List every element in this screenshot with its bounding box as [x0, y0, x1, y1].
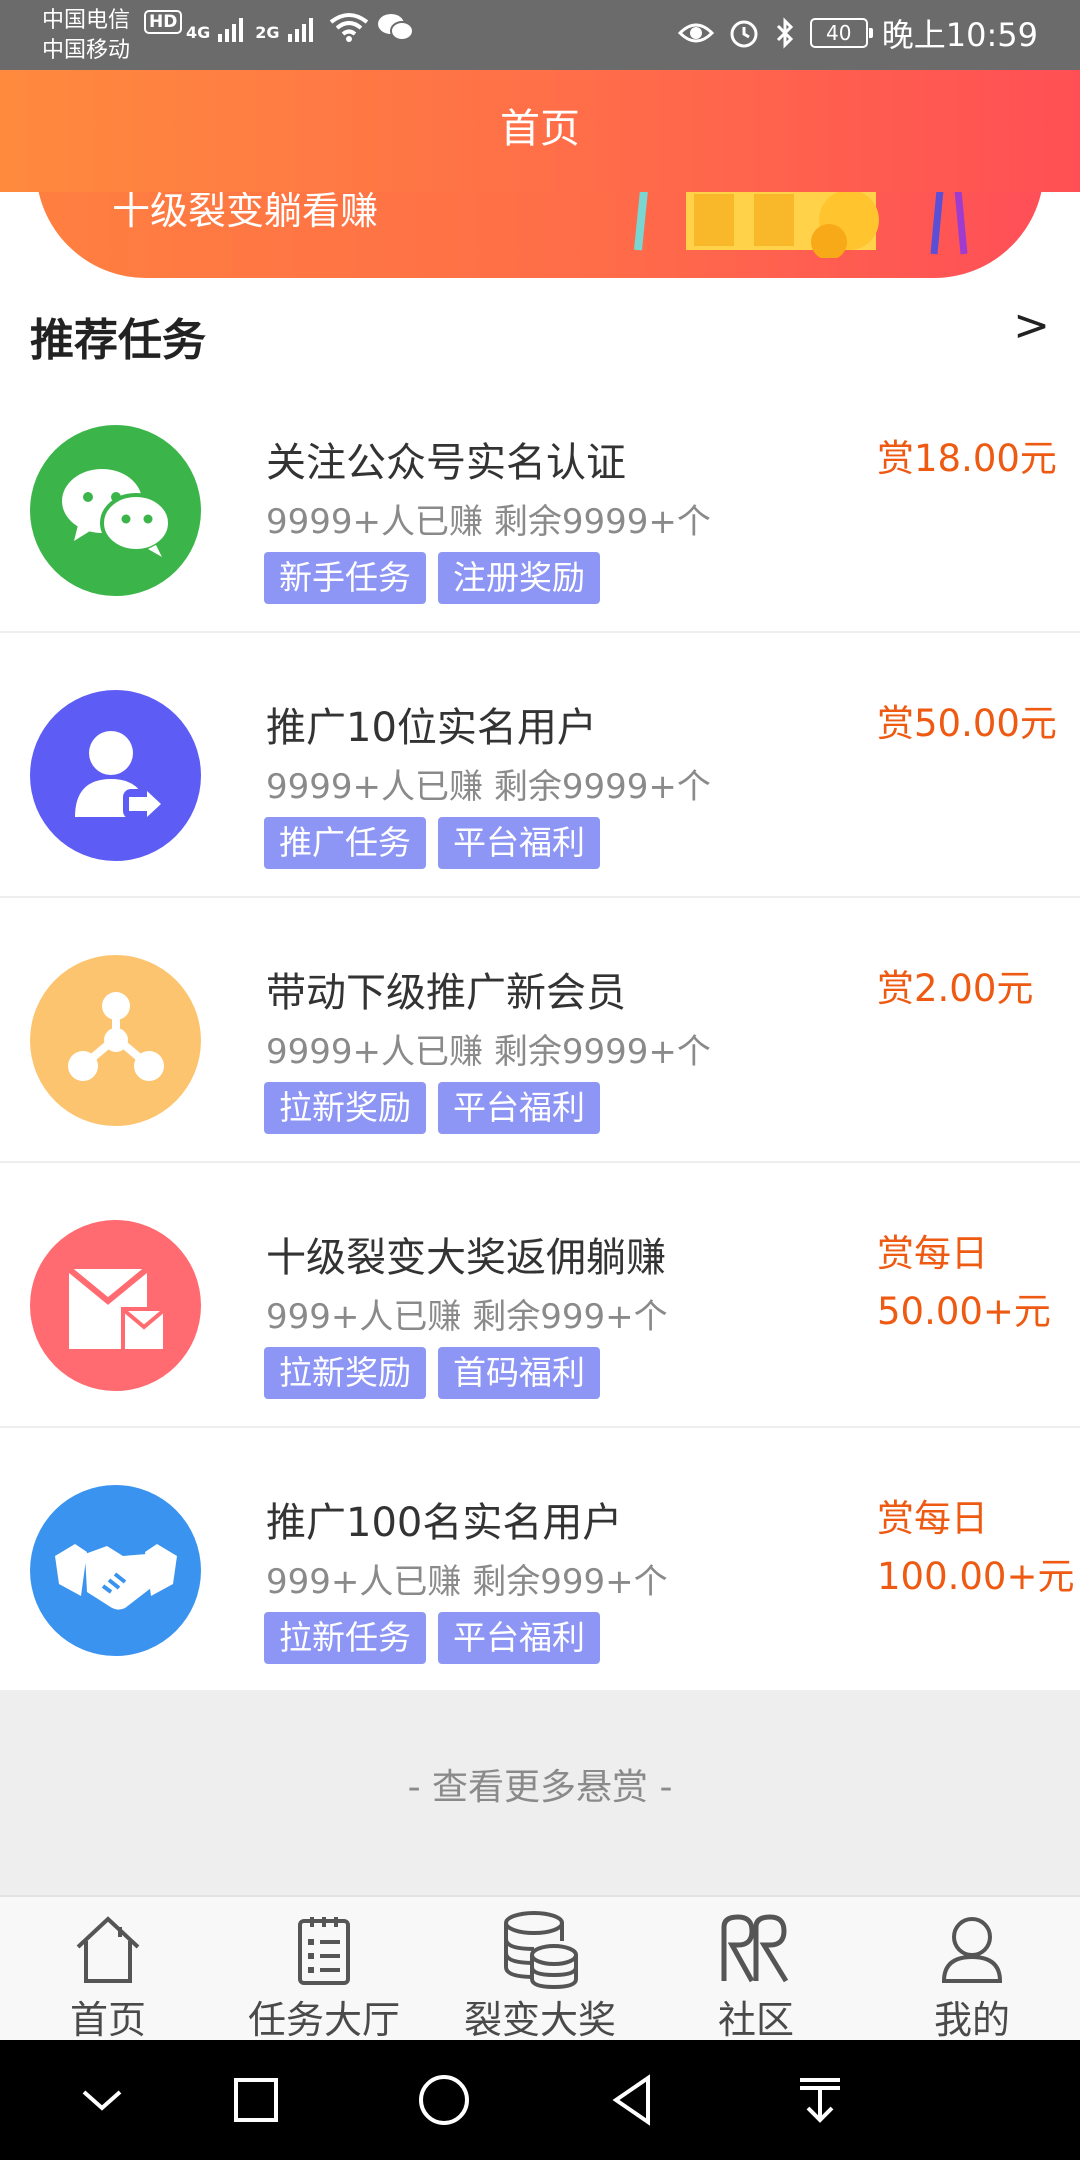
task-icon-bg — [30, 425, 201, 596]
coins-stack-icon — [504, 1911, 578, 1989]
reward-line: 100.00+元 — [877, 1555, 1075, 1598]
wifi-icon — [329, 13, 368, 42]
task-stats: 9999+人已赚 剩余9999+个 — [266, 767, 711, 807]
task-reward: 赏每日 50.00+元 — [877, 1225, 1067, 1341]
task-list: 关注公众号实名认证 9999+人已赚 剩余9999+个 新手任务 注册奖励 赏1… — [0, 368, 1080, 1693]
reward-line: 50.00+元 — [877, 1290, 1051, 1333]
nav-label: 裂变大奖 — [463, 1998, 616, 2042]
nav-label: 首页 — [69, 1998, 146, 2042]
bottom-nav: 首页 任务大厅 裂变大奖 社区 我的 — [0, 1895, 1080, 2042]
task-title: 推广100名实名用户 — [266, 1500, 623, 1546]
page-title: 首页 — [500, 106, 580, 152]
carrier-2: 中国移动 — [42, 38, 131, 63]
task-tags: 拉新奖励 平台福利 — [264, 1082, 600, 1134]
task-reward: 赏每日 100.00+元 — [877, 1490, 1075, 1606]
task-tag: 平台福利 — [438, 1612, 600, 1664]
home-icon — [76, 1916, 140, 1983]
checklist-icon — [298, 1917, 350, 1985]
signal-icons: 4G 2G — [186, 12, 415, 42]
task-item[interactable]: 十级裂变大奖返佣躺赚 999+人已赚 剩余999+个 拉新奖励 首码福利 赏每日… — [0, 1163, 1080, 1428]
task-stats: 999+人已赚 剩余999+个 — [266, 1297, 668, 1337]
task-icon-bg — [30, 690, 201, 861]
nav-task-hall[interactable]: 任务大厅 — [216, 1897, 432, 2042]
reward-line: 赏18.00元 — [877, 437, 1057, 480]
clock: 晚上10:59 — [881, 16, 1038, 54]
task-tag: 拉新任务 — [264, 1612, 426, 1664]
reward-line: 赏每日 — [877, 1497, 988, 1540]
home-circle-icon[interactable] — [404, 2060, 484, 2140]
back-triangle-icon[interactable] — [592, 2060, 672, 2140]
task-reward: 赏2.00元 — [877, 960, 1067, 1018]
task-tags: 推广任务 平台福利 — [264, 817, 600, 869]
task-title: 推广10位实名用户 — [266, 705, 597, 751]
user-share-icon — [74, 730, 167, 819]
signal-2g-icon — [287, 14, 313, 42]
nav-label: 任务大厅 — [247, 1998, 400, 2042]
task-tags: 新手任务 注册奖励 — [264, 552, 600, 604]
eye-icon — [677, 23, 714, 43]
task-reward: 赏50.00元 — [877, 695, 1067, 753]
task-title: 十级裂变大奖返佣躺赚 — [266, 1235, 666, 1281]
task-tags: 拉新任务 平台福利 — [264, 1612, 600, 1664]
task-title: 关注公众号实名认证 — [266, 440, 626, 486]
task-tag: 拉新奖励 — [264, 1347, 426, 1399]
nav-home[interactable]: 首页 — [0, 1897, 216, 2042]
task-stats: 9999+人已赚 剩余9999+个 — [266, 502, 711, 542]
nav-community[interactable]: 社区 — [648, 1897, 864, 2042]
section-more-arrow[interactable]: > — [1013, 300, 1050, 351]
task-item[interactable]: 推广100名实名用户 999+人已赚 剩余999+个 拉新任务 平台福利 赏每日… — [0, 1428, 1080, 1693]
task-tag: 推广任务 — [264, 817, 426, 869]
system-nav-bar — [0, 2040, 1080, 2160]
network-4g-label: 4G — [186, 23, 211, 42]
nav-label: 我的 — [933, 1998, 1010, 2042]
task-reward: 赏18.00元 — [877, 430, 1067, 488]
carrier-info: 中国电信 中国移动 — [42, 6, 130, 66]
task-title: 带动下级推广新会员 — [266, 970, 626, 1016]
header-bar: 首页 — [0, 70, 1080, 192]
network-icon — [67, 991, 164, 1081]
chevron-down-icon[interactable] — [62, 2060, 142, 2140]
reward-line: 赏2.00元 — [877, 967, 1034, 1010]
wechat-notification-icon — [377, 14, 414, 41]
task-tag: 拉新奖励 — [264, 1082, 426, 1134]
task-tag: 新手任务 — [264, 552, 426, 604]
alarm-icon — [730, 20, 758, 48]
task-tag: 注册奖励 — [438, 552, 600, 604]
more-area: - 查看更多悬赏 - — [0, 1690, 1080, 1895]
envelope-icon — [66, 1266, 165, 1351]
task-stats: 9999+人已赚 剩余9999+个 — [266, 1032, 711, 1072]
task-item[interactable]: 推广10位实名用户 9999+人已赚 剩余9999+个 推广任务 平台福利 赏5… — [0, 633, 1080, 898]
view-more-link[interactable]: - 查看更多悬赏 - — [0, 1758, 1080, 1810]
nav-mine[interactable]: 我的 — [864, 1897, 1080, 2042]
signal-4g-icon — [218, 14, 244, 42]
section-title: 推荐任务 — [30, 315, 206, 366]
profile-icon — [941, 1917, 1003, 1983]
nav-label: 社区 — [717, 1998, 794, 2042]
network-2g-label: 2G — [255, 23, 280, 42]
hd-badge: HD — [144, 10, 183, 34]
community-icon — [721, 1914, 789, 1983]
notification-pulldown-icon[interactable] — [780, 2060, 860, 2140]
reward-line: 赏每日 — [877, 1232, 988, 1275]
status-bar: 中国电信 中国移动 HD 4G 2G 40 晚上10:59 — [0, 0, 1080, 70]
status-right: 40 晚上10:59 — [677, 10, 1038, 56]
task-icon-bg — [30, 1220, 201, 1391]
task-stats: 999+人已赚 剩余999+个 — [266, 1562, 668, 1602]
task-tag: 平台福利 — [438, 1082, 600, 1134]
task-tags: 拉新奖励 首码福利 — [264, 1347, 600, 1399]
task-icon-bg — [30, 1485, 201, 1656]
handshake-icon — [54, 1543, 177, 1610]
task-icon-bg — [30, 955, 201, 1126]
battery-icon: 40 — [809, 18, 873, 48]
nav-fission-prize[interactable]: 裂变大奖 — [432, 1897, 648, 2042]
wechat-icon — [61, 468, 172, 557]
task-item[interactable]: 带动下级推广新会员 9999+人已赚 剩余9999+个 拉新奖励 平台福利 赏2… — [0, 898, 1080, 1163]
recents-square-icon[interactable] — [216, 2060, 296, 2140]
carrier-1: 中国电信 — [42, 8, 131, 33]
bluetooth-icon — [776, 17, 793, 49]
task-tag: 首码福利 — [438, 1347, 600, 1399]
task-tag: 平台福利 — [438, 817, 600, 869]
reward-line: 赏50.00元 — [877, 702, 1057, 745]
task-item[interactable]: 关注公众号实名认证 9999+人已赚 剩余9999+个 新手任务 注册奖励 赏1… — [0, 368, 1080, 633]
